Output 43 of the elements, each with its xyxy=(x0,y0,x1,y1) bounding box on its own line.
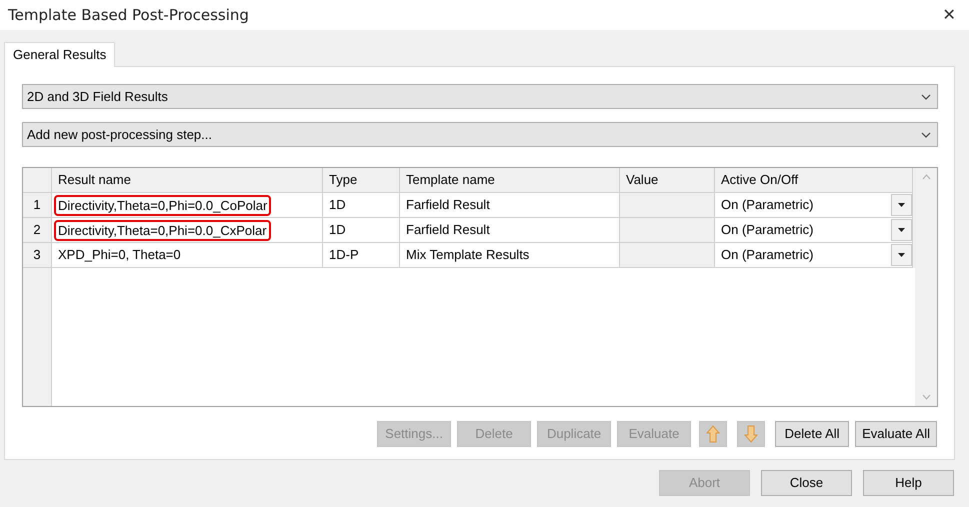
scroll-up-icon[interactable] xyxy=(922,174,930,180)
table-cell: 1D xyxy=(323,193,400,218)
dropdown[interactable]: Add new post-processing step... xyxy=(22,122,938,147)
tab[interactable]: General Results xyxy=(4,42,116,67)
row-number: 3 xyxy=(23,243,52,268)
table-cell-text: On (Parametric) xyxy=(721,196,814,214)
chevron-down-icon xyxy=(921,94,931,100)
dropdown-value: Add new post-processing step... xyxy=(27,126,212,144)
table-cell: Mix Template Results xyxy=(400,243,620,268)
dropdown-button[interactable] xyxy=(891,194,912,216)
column-header[interactable]: Value xyxy=(620,168,715,193)
column-header[interactable]: Template name xyxy=(400,168,620,193)
up-arrow-icon xyxy=(706,425,720,443)
table-cell: Farfield Result xyxy=(400,193,620,218)
action-button[interactable]: Evaluate All xyxy=(855,421,937,447)
column-header[interactable]: Result name xyxy=(52,168,323,193)
scroll-down-icon[interactable] xyxy=(922,394,930,400)
caret-icon xyxy=(898,228,905,232)
table-cell-text: XPD_Phi=0, Theta=0 xyxy=(57,246,182,264)
table-cell: 1D-P xyxy=(323,243,400,268)
dropdown[interactable]: 2D and 3D Field Results xyxy=(22,84,938,109)
chevron-down-icon xyxy=(921,132,931,138)
dialog-button[interactable]: Close xyxy=(761,470,852,496)
column-header[interactable]: Active On/Off xyxy=(715,168,913,193)
dropdown-value: 2D and 3D Field Results xyxy=(27,88,168,106)
window-title: Template Based Post-Processing xyxy=(8,4,249,26)
table-cell-text: On (Parametric) xyxy=(721,221,814,240)
row-number: 2 xyxy=(23,218,52,243)
close-button[interactable]: ✕ xyxy=(937,4,961,26)
caret-icon xyxy=(898,203,905,207)
caret-icon xyxy=(898,253,905,257)
column-header[interactable]: Type xyxy=(323,168,400,193)
table-cell: Farfield Result xyxy=(400,218,620,243)
table-cell: Directivity,Theta=0,Phi=0.0_CoPolar xyxy=(54,194,272,216)
action-button[interactable]: Delete All xyxy=(775,421,850,447)
table-cell-text: On (Parametric) xyxy=(721,246,814,264)
table-cell: 1D xyxy=(323,218,400,243)
dropdown-button[interactable] xyxy=(891,219,912,241)
down-arrow-icon xyxy=(744,425,758,443)
dialog-button[interactable]: Help xyxy=(863,470,954,496)
dropdown-button[interactable] xyxy=(891,244,912,266)
row-number: 1 xyxy=(23,193,52,218)
table-cell: Directivity,Theta=0,Phi=0.0_CxPolar xyxy=(54,220,271,240)
